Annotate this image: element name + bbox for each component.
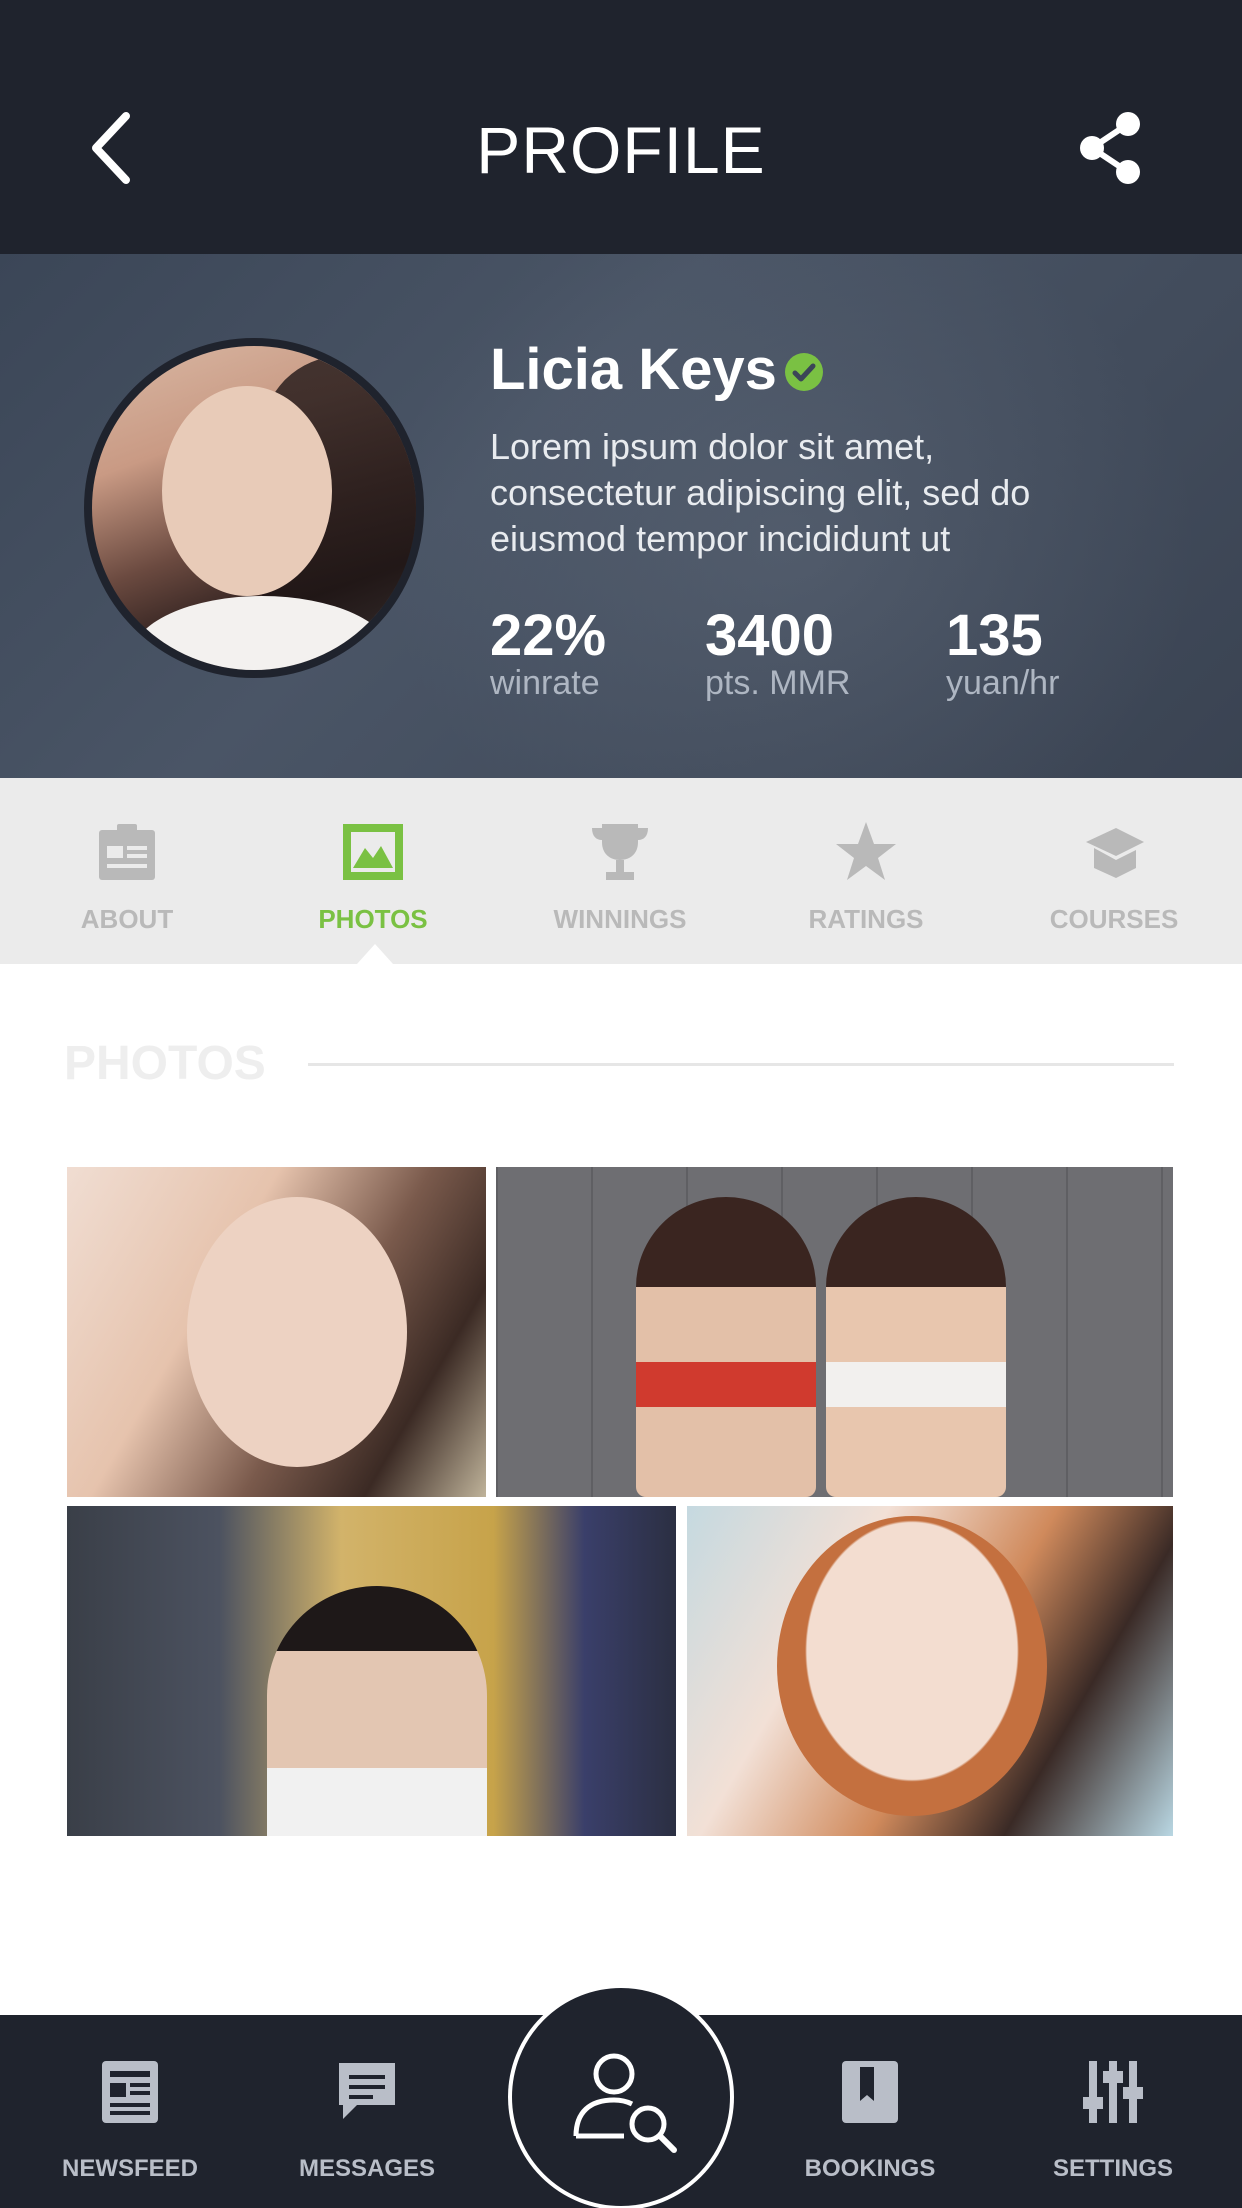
tab-label: RATINGS	[808, 904, 924, 934]
stat-label: winrate	[490, 664, 600, 702]
active-tab-pointer	[357, 944, 393, 964]
photo-thumbnail[interactable]	[67, 1167, 486, 1497]
chat-bubble-icon	[339, 2063, 395, 2119]
page-title: PROFILE	[476, 113, 766, 187]
top-bar: PROFILE	[0, 0, 1242, 254]
profile-tabs: ABOUT PHOTOS WINNINGS RATINGS COURSES	[0, 778, 1242, 964]
profile-name: Licia Keys	[490, 337, 777, 402]
section-divider	[308, 1063, 1174, 1066]
tab-courses[interactable]: COURSES	[990, 778, 1238, 964]
nav-label: BOOKINGS	[804, 2155, 936, 2182]
stat-rate: 135 yuan/hr	[946, 603, 1060, 702]
share-button[interactable]	[1076, 110, 1146, 186]
tab-about[interactable]: ABOUT	[3, 778, 251, 964]
photo-thumbnail[interactable]	[67, 1506, 676, 1836]
nav-label: SETTINGS	[1052, 2155, 1173, 2182]
profile-bio: Lorem ipsum dolor sit amet, consectetur …	[490, 426, 1031, 559]
nav-label: MESSAGES	[298, 2155, 436, 2182]
stat-winrate: 22% winrate	[490, 603, 607, 702]
nav-settings[interactable]: SETTINGS	[1013, 2015, 1213, 2208]
nav-bookings[interactable]: BOOKINGS	[770, 2015, 970, 2208]
verified-check-icon	[785, 353, 823, 391]
sliders-icon	[1083, 2061, 1143, 2123]
user-search-icon	[573, 2053, 677, 2153]
bookmark-icon	[842, 2061, 898, 2123]
tab-label: PHOTOS	[318, 904, 428, 934]
stat-mmr: 3400 pts. MMR	[705, 603, 851, 702]
section-title: PHOTOS	[64, 1037, 266, 1090]
nav-messages[interactable]: MESSAGES	[267, 2015, 467, 2208]
tab-label: WINNINGS	[553, 904, 687, 934]
photo-thumbnail[interactable]	[496, 1167, 1173, 1497]
avatar[interactable]	[84, 338, 424, 678]
share-icon	[1080, 112, 1140, 184]
stat-value: 22%	[490, 603, 607, 668]
newspaper-icon	[102, 2061, 158, 2123]
stat-value: 135	[946, 603, 1043, 668]
graduation-cap-icon	[1086, 828, 1144, 878]
tab-winnings[interactable]: WINNINGS	[496, 778, 744, 964]
image-icon	[343, 824, 403, 880]
nav-label: NEWSFEED	[61, 2155, 198, 2182]
profile-header: Licia Keys Lorem ipsum dolor sit amet, c…	[0, 254, 1242, 778]
tab-photos[interactable]: PHOTOS	[249, 778, 497, 964]
tab-label: COURSES	[1049, 904, 1179, 934]
clipboard-icon	[99, 824, 155, 880]
photo-thumbnail[interactable]	[687, 1506, 1173, 1836]
tab-label: ABOUT	[80, 904, 174, 934]
star-icon	[836, 822, 896, 880]
nav-newsfeed[interactable]: NEWSFEED	[30, 2015, 230, 2208]
tab-ratings[interactable]: RATINGS	[742, 778, 990, 964]
find-player-button[interactable]	[508, 1984, 734, 2208]
stat-value: 3400	[705, 603, 835, 668]
stat-label: pts. MMR	[705, 664, 851, 702]
trophy-icon	[592, 824, 648, 880]
stat-label: yuan/hr	[946, 664, 1060, 702]
